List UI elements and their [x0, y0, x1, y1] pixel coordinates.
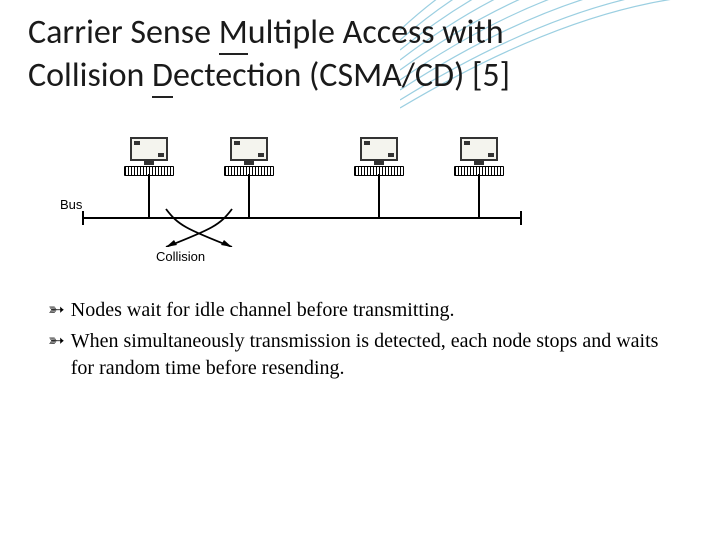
bullet-text: When simultaneously transmission is dete…: [71, 328, 682, 382]
drop-cable-3: [378, 174, 380, 217]
drop-cable-1: [148, 174, 150, 217]
bullet-marker-icon: ➳: [48, 328, 65, 355]
bullet-list: ➳ Nodes wait for idle channel before tra…: [48, 297, 682, 382]
monitor-stand: [244, 161, 254, 165]
monitor-icon: [230, 137, 268, 161]
monitor-stand: [144, 161, 154, 165]
node-3: [344, 137, 414, 176]
collision-label: Collision: [156, 249, 205, 264]
node-1: [114, 137, 184, 176]
title-line1: Carrier Sense Multiple Access with: [28, 12, 504, 55]
list-item: ➳ When simultaneously transmission is de…: [48, 328, 682, 382]
node-2: [214, 137, 284, 176]
bus-label: Bus: [60, 197, 82, 212]
monitor-icon: [360, 137, 398, 161]
node-4: [444, 137, 514, 176]
bullet-marker-icon: ➳: [48, 297, 65, 324]
slide: Carrier Sense Multiple Access with Colli…: [0, 0, 720, 540]
slide-title: Carrier Sense Multiple Access with Colli…: [28, 12, 692, 97]
monitor-icon: [130, 137, 168, 161]
csma-cd-diagram: Bus Collision: [64, 137, 534, 267]
drop-cable-2: [248, 174, 250, 217]
bullet-text: Nodes wait for idle channel before trans…: [71, 297, 682, 324]
monitor-stand: [374, 161, 384, 165]
bus-left-stub: [82, 211, 84, 225]
monitor-icon: [460, 137, 498, 161]
list-item: ➳ Nodes wait for idle channel before tra…: [48, 297, 682, 324]
bus-right-stub: [520, 211, 522, 225]
collision-icon: [164, 207, 234, 247]
title-line2: Collision Dectection (CSMA/CD) [5]: [28, 55, 510, 98]
bus-line: [82, 217, 522, 219]
monitor-stand: [474, 161, 484, 165]
drop-cable-4: [478, 174, 480, 217]
